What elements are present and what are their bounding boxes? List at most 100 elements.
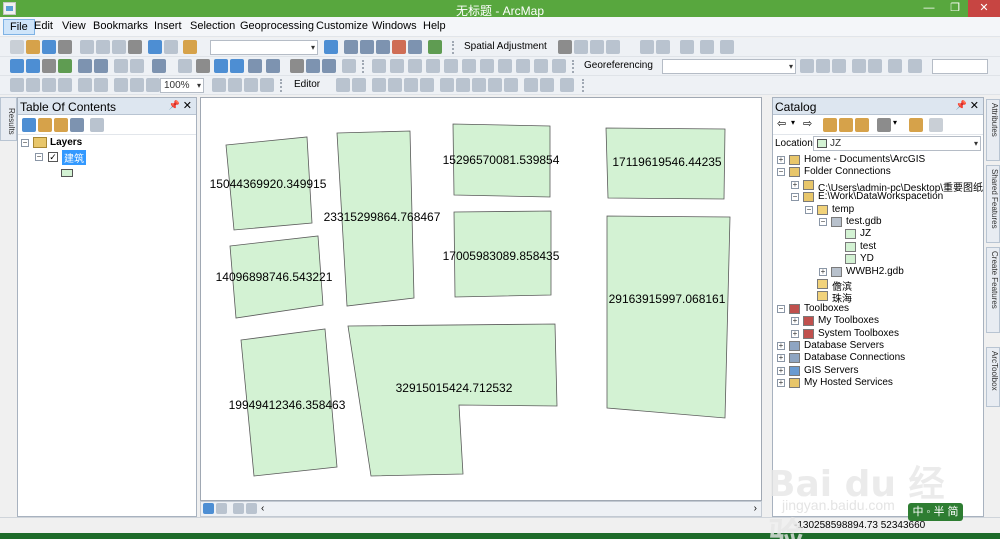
catalog-tree-item[interactable]: − Folder Connections xyxy=(773,166,983,179)
georef-tool-2-icon[interactable] xyxy=(390,59,404,73)
building-polygon[interactable] xyxy=(606,215,731,419)
map-scale-combo[interactable]: ▾ xyxy=(210,40,318,55)
menu-selection[interactable]: Selection xyxy=(184,19,241,35)
attributes-icon[interactable] xyxy=(524,78,538,92)
catalog-tree-item[interactable]: + My Hosted Services xyxy=(773,377,983,390)
collapse-icon[interactable]: − xyxy=(777,304,785,313)
spatial-adjustment-label[interactable]: Spatial Adjustment xyxy=(464,41,547,52)
expand-icon[interactable]: + xyxy=(777,342,785,350)
catalog-tree-item[interactable]: test xyxy=(773,241,983,254)
catalog-tree-item[interactable]: + Database Servers xyxy=(773,340,983,353)
toggle-contents-icon[interactable] xyxy=(909,118,923,132)
georef-tool-5-icon[interactable] xyxy=(444,59,458,73)
georef-tool-12-icon[interactable] xyxy=(800,59,814,73)
collapse-icon[interactable]: − xyxy=(819,218,827,226)
home-folder-icon[interactable] xyxy=(839,118,853,132)
go-to-xy-icon[interactable] xyxy=(322,59,336,73)
toc-window-icon[interactable] xyxy=(344,40,358,54)
zoom-whole-page-icon[interactable] xyxy=(146,78,160,92)
edit-annotation-icon[interactable] xyxy=(352,78,366,92)
back-arrow-icon[interactable]: ⇦ xyxy=(777,117,786,130)
layout-fixed-out-icon[interactable] xyxy=(94,78,108,92)
straight-segment-icon[interactable] xyxy=(372,78,386,92)
georef-tool-4-icon[interactable] xyxy=(426,59,440,73)
close-panel-icon[interactable]: ✕ xyxy=(970,99,979,112)
up-one-level-icon[interactable] xyxy=(823,118,837,132)
new-document-icon[interactable] xyxy=(10,40,24,54)
select-elements-icon[interactable] xyxy=(558,40,572,54)
catalog-tree-item[interactable]: 珠海 xyxy=(773,290,983,305)
georeferencing-label[interactable]: Georeferencing xyxy=(584,60,653,71)
building-polygon[interactable] xyxy=(347,323,558,477)
expand-icon[interactable]: + xyxy=(777,366,785,375)
cut-icon[interactable] xyxy=(80,40,94,54)
clear-selection-icon[interactable] xyxy=(178,59,192,73)
open-folder-icon[interactable] xyxy=(26,40,40,54)
georef-tool-3-icon[interactable] xyxy=(408,59,422,73)
catalog-tree-item[interactable]: − Toolboxes xyxy=(773,303,983,316)
list-by-drawing-order-icon[interactable] xyxy=(22,118,36,132)
zoom-percent-combo[interactable]: 100% ▾ xyxy=(160,78,204,93)
menu-geoprocessing[interactable]: Geoprocessing xyxy=(234,19,320,35)
catalog-tree-item[interactable]: 儋滨 xyxy=(773,278,983,293)
layout-forward-icon[interactable] xyxy=(130,78,144,92)
create-features-icon[interactable] xyxy=(560,78,574,92)
maximize-button[interactable]: ❐ xyxy=(942,0,968,17)
toolbar-grip[interactable] xyxy=(362,60,366,73)
new-displacement-link-icon[interactable] xyxy=(574,40,588,54)
expand-icon[interactable]: + xyxy=(777,379,785,388)
panel-splitter[interactable] xyxy=(762,97,770,517)
menu-help[interactable]: Help xyxy=(417,19,452,35)
catalog-tree-item[interactable]: + WWBH2.gdb xyxy=(773,266,983,279)
shared-features-side-tab[interactable]: Shared Features xyxy=(986,165,1000,243)
list-by-visibility-icon[interactable] xyxy=(54,118,68,132)
close-panel-icon[interactable]: ✕ xyxy=(183,99,192,112)
rotation-input[interactable] xyxy=(932,59,988,74)
pan-hand-icon[interactable] xyxy=(42,59,56,73)
expand-icon[interactable]: + xyxy=(791,180,799,189)
add-data-icon[interactable] xyxy=(183,40,197,54)
menu-windows[interactable]: Windows xyxy=(366,19,423,35)
time-slider-icon[interactable] xyxy=(342,59,356,73)
list-by-selection-icon[interactable] xyxy=(70,118,84,132)
arctoolbox-side-tab[interactable]: ArcToolbox xyxy=(986,347,1000,407)
georef-tool-8-icon[interactable] xyxy=(498,59,512,73)
georef-tool-13-icon[interactable] xyxy=(816,59,830,73)
select-features-icon[interactable] xyxy=(152,59,166,73)
paste-icon[interactable] xyxy=(112,40,126,54)
catalog-window-icon[interactable] xyxy=(360,40,374,54)
catalog-tree-item[interactable]: + System Toolboxes xyxy=(773,328,983,341)
layout-full-page-icon[interactable] xyxy=(58,78,72,92)
rotate-edit-icon[interactable] xyxy=(504,78,518,92)
sketch-properties-icon[interactable] xyxy=(540,78,554,92)
toolbar-grip[interactable] xyxy=(582,79,586,92)
adjust-preview-icon[interactable] xyxy=(700,40,714,54)
html-popup-icon[interactable] xyxy=(248,59,262,73)
georef-layer-combo[interactable]: ▾ xyxy=(662,59,796,74)
scroll-right-icon[interactable]: › xyxy=(754,503,757,514)
georef-tool-10-icon[interactable] xyxy=(534,59,548,73)
find-binoculars-icon[interactable] xyxy=(290,59,304,73)
map-canvas[interactable]: 15044369920.349915 23315299864.768467 15… xyxy=(201,98,761,500)
layout-zoom-in-icon[interactable] xyxy=(10,78,24,92)
reshape-icon[interactable] xyxy=(456,78,470,92)
toc-options-icon[interactable] xyxy=(90,118,104,132)
list-by-source-icon[interactable] xyxy=(38,118,52,132)
layout-view-icon[interactable] xyxy=(216,503,227,514)
catalog-tree-item[interactable]: + My Toolboxes xyxy=(773,315,983,328)
focus-data-frame-icon[interactable] xyxy=(228,78,242,92)
georef-tool-9-icon[interactable] xyxy=(516,59,530,73)
catalog-tree-item[interactable]: YD xyxy=(773,253,983,266)
select-elements-arrow-icon[interactable] xyxy=(196,59,210,73)
data-view-icon[interactable] xyxy=(203,503,214,514)
catalog-options-icon[interactable] xyxy=(929,118,943,132)
catalog-tree-item[interactable]: − temp xyxy=(773,204,983,217)
close-button[interactable]: ✕ xyxy=(968,0,1000,17)
cut-polygons-icon[interactable] xyxy=(472,78,486,92)
go-forward-icon[interactable] xyxy=(130,59,144,73)
change-layout-icon[interactable] xyxy=(244,78,258,92)
georef-tool-16-icon[interactable] xyxy=(868,59,882,73)
toolbar-grip[interactable] xyxy=(280,79,284,92)
layout-fixed-in-icon[interactable] xyxy=(78,78,92,92)
fixed-zoom-in-icon[interactable] xyxy=(78,59,92,73)
